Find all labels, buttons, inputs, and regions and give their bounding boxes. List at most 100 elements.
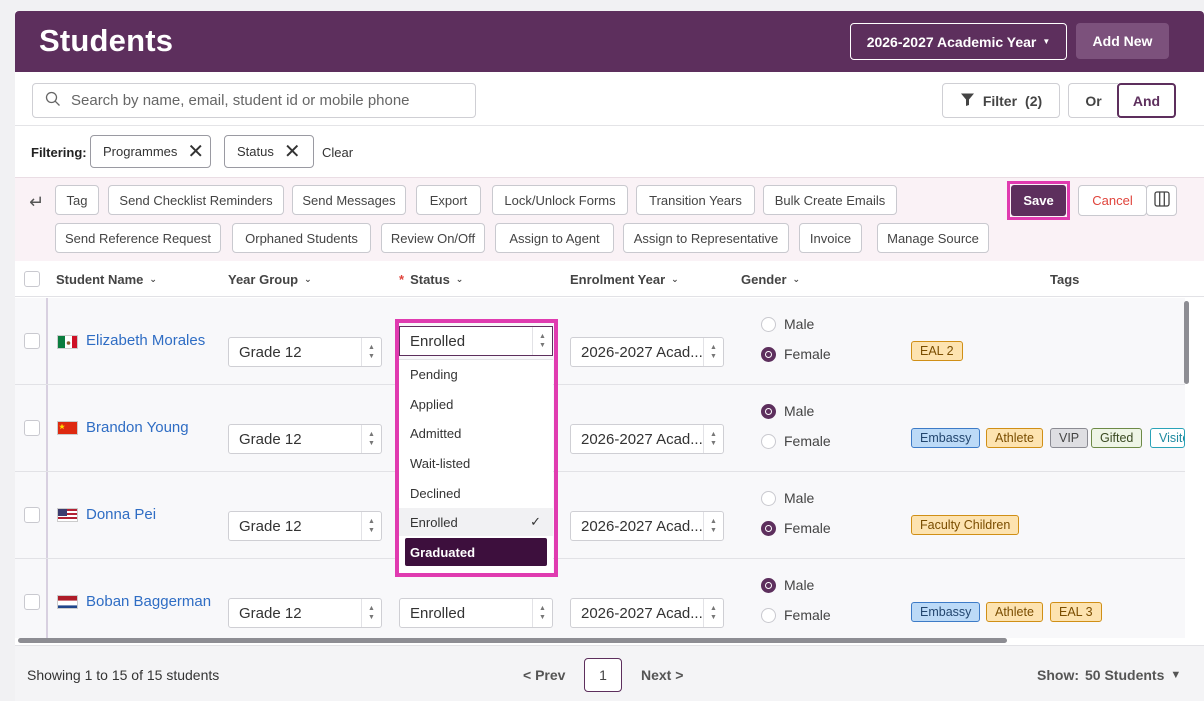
manage-source-button[interactable]: Manage Source <box>877 223 989 253</box>
next-page-link[interactable]: Next > <box>641 667 683 683</box>
status-option-graduated[interactable]: Graduated <box>405 538 547 566</box>
row-checkbox[interactable] <box>24 507 40 523</box>
year-group-select[interactable]: Grade 12 ▲ ▼ <box>228 337 382 367</box>
gender-male-option[interactable]: Male <box>761 403 814 419</box>
search-box[interactable] <box>32 83 476 118</box>
option-label: Enrolled <box>410 514 458 530</box>
column-header-gender[interactable]: Gender ⌄ <box>741 272 800 287</box>
bulk-create-emails-button[interactable]: Bulk Create Emails <box>763 185 897 215</box>
tag-badge: Faculty Children <box>911 515 1020 535</box>
cancel-button[interactable]: Cancel <box>1078 185 1147 216</box>
gender-female-option[interactable]: Female <box>761 520 831 536</box>
transition-years-button[interactable]: Transition Years <box>636 185 755 215</box>
send-checklist-reminders-button[interactable]: Send Checklist Reminders <box>108 185 284 215</box>
gender-male-radio[interactable] <box>761 577 776 593</box>
page-size-select[interactable]: Show: 50 Students ▼ <box>1037 667 1181 683</box>
academic-year-select[interactable]: 2026-2027 Academic Year ▼ <box>850 23 1067 60</box>
gender-female-option[interactable]: Female <box>761 433 831 449</box>
enrolment-year-select[interactable]: 2026-2027 Acad... ▲ ▼ <box>570 511 724 541</box>
gender-female-radio[interactable] <box>761 433 776 449</box>
student-name-link[interactable]: Elizabeth Morales <box>86 332 205 349</box>
status-option-admitted[interactable]: Admitted <box>399 419 553 447</box>
status-select-open[interactable]: Enrolled ▲ ▼ <box>399 326 553 356</box>
year-group-select[interactable]: Grade 12 ▲ ▼ <box>228 424 382 454</box>
status-option-enrolled[interactable]: Enrolled ✓ <box>399 508 553 536</box>
table-row: Boban Baggerman Grade 12 ▲ ▼ Enrolled ▲ ▼ … <box>15 559 1185 638</box>
academic-year-label: 2026-2027 Academic Year <box>866 33 1037 50</box>
invoice-button[interactable]: Invoice <box>799 223 862 253</box>
active-filters-row: Filtering: Programmes ✕ Status ✕ Clear <box>15 127 1204 177</box>
gender-female-radio[interactable] <box>761 346 776 362</box>
clear-filters-link[interactable]: Clear <box>322 145 353 160</box>
year-group-select[interactable]: Grade 12 ▲ ▼ <box>228 511 382 541</box>
status-option-declined[interactable]: Declined <box>399 479 553 507</box>
enrolment-year-select[interactable]: 2026-2027 Acad... ▲ ▼ <box>570 337 724 367</box>
save-button[interactable]: Save <box>1011 185 1066 216</box>
gender-male-radio[interactable] <box>761 316 776 332</box>
gender-male-option[interactable]: Male <box>761 490 814 506</box>
row-checkbox[interactable] <box>24 420 40 436</box>
filter-button[interactable]: Filter (2) <box>942 83 1060 118</box>
tag-badge: Athlete <box>986 428 1043 448</box>
enrolment-year-select[interactable]: 2026-2027 Acad... ▲ ▼ <box>570 598 724 628</box>
gender-female-option[interactable]: Female <box>761 607 831 623</box>
year-group-value: Grade 12 <box>239 517 302 535</box>
tag-button[interactable]: Tag <box>55 185 99 215</box>
tag-badge: Visited <box>1150 428 1185 448</box>
netherlands-flag-icon <box>57 595 78 609</box>
close-icon[interactable]: ✕ <box>284 142 301 162</box>
assign-to-agent-button[interactable]: Assign to Agent <box>495 223 614 253</box>
gender-female-radio[interactable] <box>761 607 776 623</box>
review-on-off-button[interactable]: Review On/Off <box>381 223 485 253</box>
assign-to-representative-button[interactable]: Assign to Representative <box>623 223 789 253</box>
status-select[interactable]: Enrolled ▲ ▼ <box>399 598 553 628</box>
lock-unlock-forms-button[interactable]: Lock/Unlock Forms <box>492 185 628 215</box>
columns-toggle-button[interactable] <box>1146 185 1177 216</box>
gender-male-option[interactable]: Male <box>761 316 814 332</box>
gender-female-label: Female <box>784 346 831 362</box>
enrolment-year-select[interactable]: 2026-2027 Acad... ▲ ▼ <box>570 424 724 454</box>
export-button[interactable]: Export <box>416 185 481 215</box>
orphaned-students-button[interactable]: Orphaned Students <box>232 223 371 253</box>
student-name-link[interactable]: Donna Pei <box>86 506 156 523</box>
filter-label: Filter <box>982 92 1018 109</box>
gender-female-radio[interactable] <box>761 520 776 536</box>
row-divider <box>46 559 48 638</box>
column-header-student-name[interactable]: Student Name ⌄ <box>56 272 157 287</box>
search-input[interactable] <box>71 92 451 109</box>
column-header-year-group[interactable]: Year Group ⌄ <box>228 272 312 287</box>
page-number-button[interactable]: 1 <box>584 658 622 692</box>
status-option-wait-listed[interactable]: Wait-listed <box>399 449 553 477</box>
table-row: Brandon Young Grade 12 ▲ ▼ 2026-2027 Acad… <box>15 385 1185 472</box>
row-checkbox[interactable] <box>24 594 40 610</box>
send-reference-request-button[interactable]: Send Reference Request <box>55 223 221 253</box>
return-arrow-icon[interactable]: ↵ <box>29 192 44 213</box>
horizontal-scrollbar[interactable] <box>18 638 1007 643</box>
year-group-select[interactable]: Grade 12 ▲ ▼ <box>228 598 382 628</box>
row-checkbox[interactable] <box>24 333 40 349</box>
gender-male-radio[interactable] <box>761 490 776 506</box>
student-name-link[interactable]: Brandon Young <box>86 419 189 436</box>
column-header-status[interactable]: * Status ⌄ <box>399 272 463 287</box>
filter-count: (2) <box>1025 92 1043 109</box>
send-messages-button[interactable]: Send Messages <box>292 185 406 215</box>
gender-female-option[interactable]: Female <box>761 346 831 362</box>
and-toggle[interactable]: And <box>1117 83 1176 118</box>
status-option-pending[interactable]: Pending <box>399 360 553 388</box>
column-label: Enrolment Year <box>570 272 666 287</box>
column-header-enrolment-year[interactable]: Enrolment Year ⌄ <box>570 272 679 287</box>
prev-page-link[interactable]: < Prev <box>523 667 565 683</box>
row-divider <box>46 298 48 384</box>
gender-male-radio[interactable] <box>761 403 776 419</box>
student-name-link[interactable]: Boban Baggerman <box>86 593 211 610</box>
add-new-button[interactable]: Add New <box>1076 23 1169 59</box>
close-icon[interactable]: ✕ <box>187 142 204 162</box>
vertical-scrollbar[interactable] <box>1184 301 1189 384</box>
gender-male-option[interactable]: Male <box>761 577 814 593</box>
or-toggle[interactable]: Or <box>1068 83 1118 118</box>
gender-female-label: Female <box>784 607 831 623</box>
search-icon <box>45 91 61 110</box>
status-option-applied[interactable]: Applied <box>399 390 553 418</box>
select-all-checkbox[interactable] <box>24 271 40 287</box>
filter-chip-programmes: Programmes ✕ <box>90 135 211 168</box>
